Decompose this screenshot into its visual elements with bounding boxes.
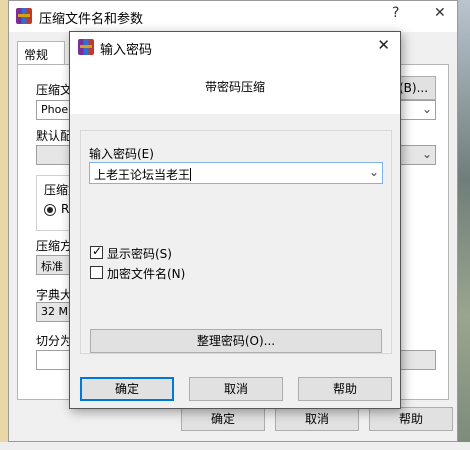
text-caret [190, 168, 192, 181]
dialog-help-button[interactable]: 帮助 [298, 377, 392, 401]
dictionary-label: 字典大 [36, 288, 73, 302]
chevron-down-icon[interactable]: ⌄ [422, 147, 432, 161]
chevron-down-icon[interactable]: ⌄ [369, 165, 379, 179]
tab-general[interactable]: 常规 [17, 41, 65, 65]
main-title-bar: 压缩文件名和参数 ? ✕ [9, 1, 457, 32]
chevron-down-icon[interactable]: ⌄ [422, 102, 432, 116]
dialog-heading: 带密码压缩 [204, 80, 265, 94]
winrar-app-icon [16, 8, 32, 24]
format-radio[interactable] [44, 204, 56, 216]
dialog-title: 输入密码 [100, 43, 153, 58]
show-password-label[interactable]: 显示密码(S) [107, 245, 172, 262]
dialog-ok-button[interactable]: 确定 [80, 377, 174, 401]
dialog-close-icon[interactable]: ✕ [377, 36, 390, 54]
main-close-icon[interactable]: ✕ [434, 5, 446, 21]
organize-passwords-button[interactable]: 整理密码(O)... [90, 329, 382, 353]
encrypt-filenames-checkbox[interactable] [90, 266, 103, 279]
desktop-background-left [0, 0, 8, 450]
main-ok-button[interactable]: 确定 [181, 407, 265, 431]
enter-password-dialog: 输入密码 ✕ 带密码压缩 输入密码(E) 上老王论坛当老王 ⌄ 显示密码(S) … [69, 31, 401, 409]
winrar-app-icon [78, 39, 94, 55]
main-cancel-button[interactable]: 取消 [275, 407, 359, 431]
password-label: 输入密码(E) [89, 147, 154, 161]
show-password-checkbox[interactable] [90, 244, 103, 259]
main-help-button[interactable]: 帮助 [369, 407, 453, 431]
dialog-header: 带密码压缩 [70, 62, 400, 114]
desktop-background-bottom [0, 442, 470, 450]
dialog-cancel-button[interactable]: 取消 [189, 377, 283, 401]
method-label: 压缩方 [36, 239, 73, 253]
default-profile-label: 默认配 [36, 129, 73, 143]
password-input[interactable]: 上老王论坛当老王 ⌄ [89, 162, 383, 184]
help-icon[interactable]: ? [392, 5, 399, 21]
password-value: 上老王论坛当老王 [94, 168, 191, 182]
main-window-title: 压缩文件名和参数 [39, 12, 144, 27]
encrypt-filenames-label[interactable]: 加密文件名(N) [107, 265, 185, 282]
dialog-title-bar: 输入密码 ✕ [70, 32, 400, 62]
desktop-background-right [458, 0, 470, 450]
archive-name-label: 压缩文 [36, 83, 73, 97]
split-label: 切分为 [36, 334, 73, 348]
